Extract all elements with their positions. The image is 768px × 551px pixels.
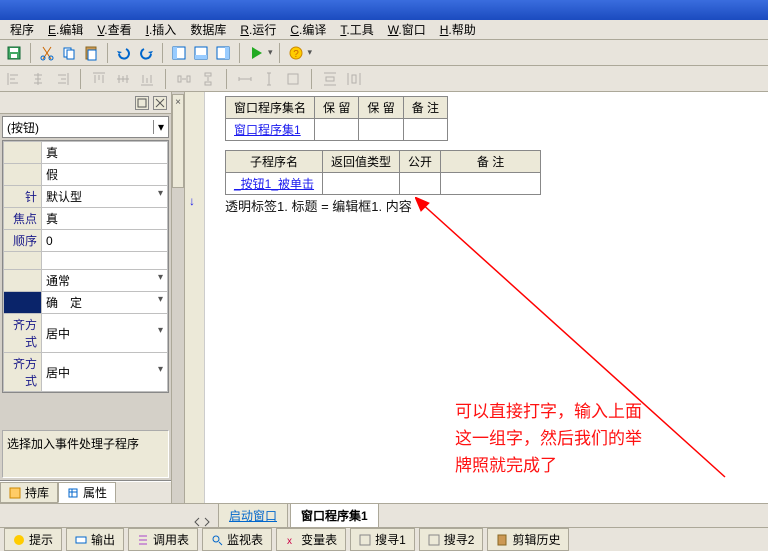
copy-icon[interactable] [59, 43, 79, 63]
pane-btn1[interactable] [135, 96, 149, 110]
annotation-text: 可以直接打字，输入上面 这一组字，然后我们的举 牌照就完成了 [455, 398, 642, 480]
status-watch[interactable]: 监视表 [202, 528, 272, 551]
object-selected-label: (按钮) [7, 119, 39, 136]
panel2-icon[interactable] [191, 43, 211, 63]
menu-view[interactable]: V.查看 [91, 19, 137, 40]
pane-btn2[interactable] [153, 96, 167, 110]
splitter[interactable]: × [172, 92, 184, 503]
property-row[interactable]: 通常 [4, 270, 168, 292]
svg-text:?: ? [293, 49, 299, 60]
code-line[interactable]: 透明标签1. 标题 = 编辑框1. 内容 [225, 196, 412, 215]
undo-icon[interactable] [114, 43, 134, 63]
redo-icon[interactable] [136, 43, 156, 63]
property-row[interactable]: 焦点真 [4, 208, 168, 230]
menu-run[interactable]: R.运行 [234, 19, 282, 40]
center-h-icon[interactable] [320, 69, 340, 89]
help-icon[interactable]: ? [286, 43, 306, 63]
property-row[interactable]: 顺序0 [4, 230, 168, 252]
save-icon[interactable] [4, 43, 24, 63]
align-right-icon[interactable] [52, 69, 72, 89]
event-hint[interactable]: 选择加入事件处理子程序 [2, 430, 169, 478]
tab-prev-icon[interactable] [192, 517, 202, 527]
table-row[interactable]: _按钮1_被单击 [226, 173, 541, 195]
th: 保 留 [359, 97, 403, 119]
table-window-programs[interactable]: 窗口程序集名 保 留 保 留 备 注 窗口程序集1 [225, 96, 448, 141]
menu-insert[interactable]: I.插入 [140, 19, 183, 40]
property-row[interactable]: 确 定 [4, 292, 168, 314]
th: 子程序名 [226, 151, 323, 173]
th: 返回值类型 [323, 151, 400, 173]
link[interactable]: 窗口程序集1 [234, 123, 301, 137]
tab-next-icon[interactable] [202, 517, 212, 527]
same-h-icon[interactable] [259, 69, 279, 89]
table-row[interactable]: 窗口程序集1 [226, 119, 448, 141]
toolbar-layout [0, 66, 768, 92]
gutter: ↓ [185, 92, 205, 503]
tab-window-set[interactable]: 窗口程序集1 [290, 503, 379, 527]
link[interactable]: _按钮1_被单击 [234, 177, 314, 191]
gutter-arrow-icon: ↓ [189, 194, 195, 208]
align-mid-icon[interactable] [113, 69, 133, 89]
menu-database[interactable]: 数据库 [184, 19, 232, 40]
property-grid[interactable]: 真假针默认型焦点真顺序0通常确 定齐方式居中齐方式居中 [2, 140, 169, 393]
th: 保 留 [315, 97, 359, 119]
status-tips[interactable]: 提示 [4, 528, 62, 551]
property-row[interactable]: 真 [4, 142, 168, 164]
vspace-icon[interactable] [198, 69, 218, 89]
same-size-icon[interactable] [283, 69, 303, 89]
align-top-icon[interactable] [89, 69, 109, 89]
property-row[interactable]: 针默认型 [4, 186, 168, 208]
chevron-down-icon: ▾ [153, 120, 164, 134]
properties-pane: (按钮) ▾ 真假针默认型焦点真顺序0通常确 定齐方式居中齐方式居中 选择加入事… [0, 92, 172, 503]
align-left-icon[interactable] [4, 69, 24, 89]
tab-start-window[interactable]: 启动窗口 [218, 503, 288, 527]
toolbar-main: ▾ ? ▾ [0, 40, 768, 66]
center-v-icon[interactable] [344, 69, 364, 89]
th: 备 注 [403, 97, 447, 119]
status-calls[interactable]: 调用表 [128, 528, 198, 551]
menu-compile[interactable]: C.编译 [284, 19, 332, 40]
status-output[interactable]: 输出 [66, 528, 124, 551]
align-bot-icon[interactable] [137, 69, 157, 89]
th: 公开 [400, 151, 441, 173]
menu-edit[interactable]: E.编辑 [42, 19, 89, 40]
status-find1[interactable]: 搜寻1 [350, 528, 415, 551]
menu-window[interactable]: W.窗口 [382, 19, 432, 40]
menubar: 程序 E.编辑 V.查看 I.插入 数据库 R.运行 C.编译 T.工具 W.窗… [0, 20, 768, 40]
hspace-icon[interactable] [174, 69, 194, 89]
svg-text:x: x [287, 536, 292, 546]
status-clip[interactable]: 剪辑历史 [487, 528, 569, 551]
code-editor[interactable]: ↓ 窗口程序集名 保 留 保 留 备 注 窗口程序集1 子程序名 返回值类型 公… [184, 92, 768, 503]
same-w-icon[interactable] [235, 69, 255, 89]
property-row[interactable]: 齐方式居中 [4, 314, 168, 353]
th: 备 注 [441, 151, 541, 173]
panel3-icon[interactable] [213, 43, 233, 63]
property-row[interactable]: 齐方式居中 [4, 353, 168, 392]
run-icon[interactable] [246, 43, 266, 63]
align-center-icon[interactable] [28, 69, 48, 89]
tab-lib[interactable]: 持库 [0, 482, 58, 503]
menu-program[interactable]: 程序 [4, 19, 40, 40]
status-vars[interactable]: x变量表 [276, 528, 346, 551]
property-row[interactable] [4, 252, 168, 270]
titlebar [0, 0, 768, 20]
close-icon[interactable]: × [175, 97, 181, 108]
th: 窗口程序集名 [226, 97, 315, 119]
panel1-icon[interactable] [169, 43, 189, 63]
statusbar: 提示 输出 调用表 监视表 x变量表 搜寻1 搜寻2 剪辑历史 [0, 527, 768, 551]
cut-icon[interactable] [37, 43, 57, 63]
status-find2[interactable]: 搜寻2 [419, 528, 484, 551]
editor-tabs: 启动窗口 窗口程序集1 [0, 503, 768, 527]
object-selector[interactable]: (按钮) ▾ [2, 116, 169, 138]
menu-tools[interactable]: T.工具 [334, 19, 379, 40]
property-row[interactable]: 假 [4, 164, 168, 186]
paste-icon[interactable] [81, 43, 101, 63]
menu-help[interactable]: H.帮助 [434, 19, 482, 40]
table-subroutines[interactable]: 子程序名 返回值类型 公开 备 注 _按钮1_被单击 [225, 150, 541, 195]
tab-props[interactable]: 属性 [58, 482, 116, 503]
